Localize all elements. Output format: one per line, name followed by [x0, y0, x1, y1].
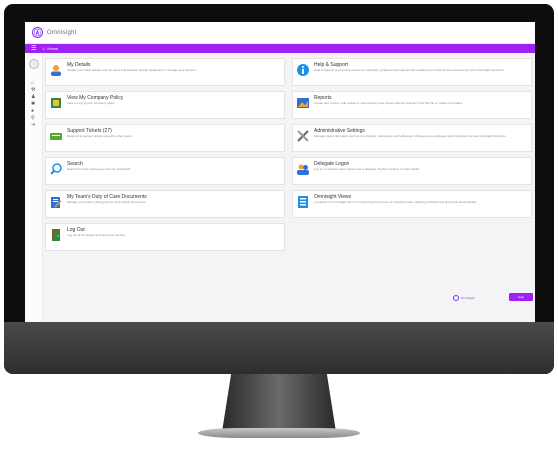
tile-duty-of-care[interactable]: My Team's Duty of Care Documents Manage y… [45, 190, 285, 218]
app-logo-text: Omnisight [47, 29, 77, 36]
views-icon [297, 196, 309, 208]
tile-log-out[interactable]: Log Out Log out of Omnisight and close th… [45, 223, 285, 251]
policy-icon [50, 97, 62, 109]
tile-description: Manage basic information such as Cost Co… [314, 134, 507, 138]
tools-icon[interactable]: ⚒ [31, 88, 35, 93]
app-logo-icon[interactable]: Ⓐ [32, 27, 43, 38]
logout-icon[interactable]: ⇥ [31, 123, 35, 128]
search-icon [50, 163, 62, 175]
tickets-icon [50, 130, 62, 142]
sidebar: ⌂ ⚒ ♟ ✱ ● ⚲ ⇥ [25, 53, 43, 322]
tile-my-details[interactable]: My Details Update your basic details such… [45, 58, 285, 86]
info-icon [297, 64, 309, 76]
home-icon[interactable]: ⌂ [42, 46, 45, 52]
reports-icon [297, 97, 309, 109]
monitor-stand-neck [222, 374, 336, 432]
home-icon[interactable]: ⌂ [31, 81, 34, 86]
tile-description: View a copy of your company policy. [67, 101, 116, 105]
settings-icon[interactable]: ✱ [31, 102, 35, 107]
info-icon[interactable]: ● [31, 109, 34, 114]
footer-logo-text: Omnisight [461, 296, 475, 300]
tile-description: Log out of Omnisight and close this wind… [67, 233, 126, 237]
logo-bar: Ⓐ Omnisight [25, 22, 535, 44]
tile-description: Help & Support is an online service for … [314, 68, 505, 72]
avatar[interactable] [29, 59, 39, 69]
user-icon[interactable]: ♟ [31, 95, 35, 100]
monitor: Ⓐ Omnisight ☰ ⌂ Home ⌂ ⚒ ♟ ✱ ● ⚲ ⇥ My De… [0, 0, 558, 452]
tile-description: Respond to support tickets raised by oth… [67, 134, 133, 138]
documents-icon [50, 196, 62, 208]
tile-omnisight-views[interactable]: Omnisight Views A selection of Omnisight … [292, 190, 532, 218]
tile-support-tickets[interactable]: Support Tickets (27) Respond to support t… [45, 124, 285, 152]
tile-admin-settings[interactable]: Administrative Settings Manage basic info… [292, 124, 532, 152]
tile-description: Log on to another user's account as a de… [314, 167, 420, 171]
tile-reports[interactable]: Reports Create new reports, edit, delete … [292, 91, 532, 119]
monitor-stand-base [198, 428, 360, 438]
help-button[interactable]: Help [509, 293, 533, 301]
tools-icon [297, 130, 309, 142]
tile-description: Update your basic details such as name a… [67, 68, 197, 72]
monitor-chin [4, 322, 554, 374]
tile-description: Search for other employees who use Omnis… [67, 167, 132, 171]
footer-logo-icon [453, 295, 459, 301]
menu-icon[interactable]: ☰ [31, 46, 36, 52]
tile-description: Create new reports, edit, delete or view… [314, 101, 464, 105]
breadcrumb-home[interactable]: Home [47, 46, 58, 51]
delegate-icon [297, 163, 309, 175]
logout-icon [50, 229, 62, 241]
tile-help-support[interactable]: Help & Support Help & Support is an onlin… [292, 58, 532, 86]
tile-delegate-logon[interactable]: Delegate Logon Log on to another user's a… [292, 157, 532, 185]
person-icon [50, 64, 62, 76]
tile-company-policy[interactable]: View My Company Policy View a copy of you… [45, 91, 285, 119]
tile-search[interactable]: Search Search for other employees who use… [45, 157, 285, 185]
nav-bar: ☰ ⌂ Home [25, 44, 535, 53]
tile-description: A selection of Omnisight forms for impro… [314, 200, 477, 204]
wrench-icon[interactable]: ⚲ [31, 116, 35, 121]
footer-logo: Omnisight [453, 295, 475, 301]
tile-description: Manage your team's driving licence and v… [67, 200, 147, 204]
